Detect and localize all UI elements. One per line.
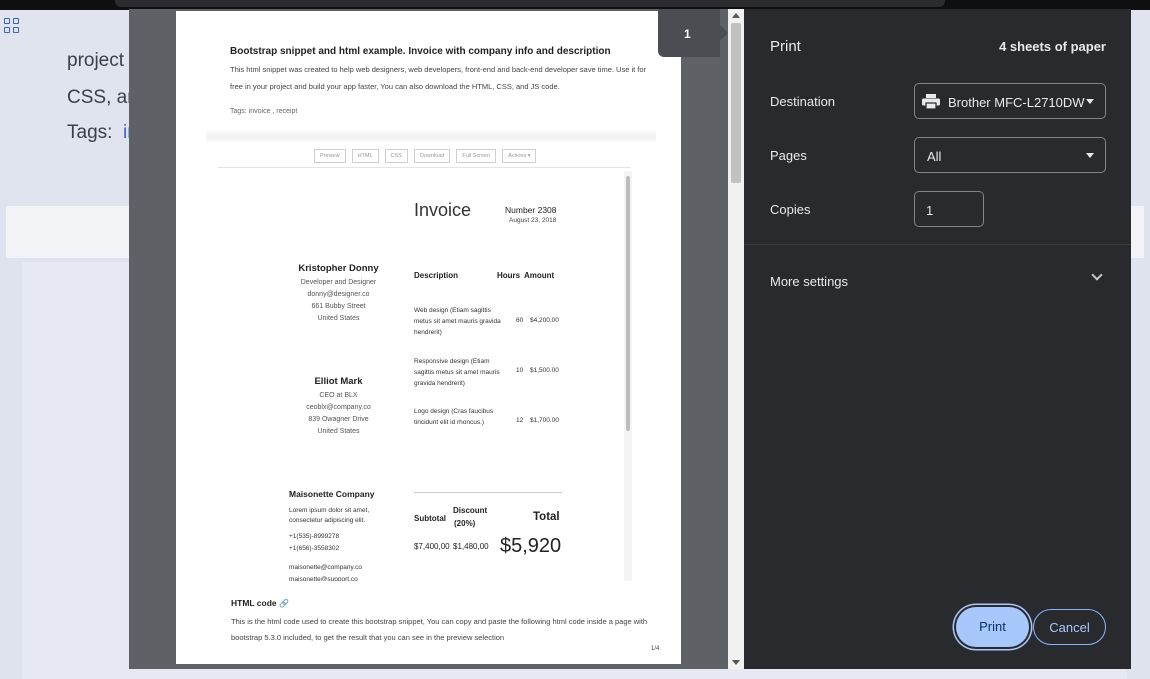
copies-label: Copies xyxy=(770,202,811,217)
html-code-label: HTML code xyxy=(231,598,277,608)
total-value: $5,920 xyxy=(500,535,562,557)
bg-tags-label: Tags: xyxy=(67,122,113,143)
scroll-down-arrow-icon[interactable] xyxy=(732,660,740,665)
preview-sheet: Bootstrap snippet and html example. Invo… xyxy=(176,11,681,664)
pages-label: Pages xyxy=(770,148,807,163)
toolbar-fullscreen-button: Full Screen xyxy=(456,149,497,163)
snippet-title: Bootstrap snippet and html example. Invo… xyxy=(230,46,611,57)
html-code-heading: HTML code 🔗 xyxy=(231,598,289,608)
destination-label: Destination xyxy=(770,94,836,109)
company-phone: +1(535)-8999278 xyxy=(289,533,340,540)
chevron-down-icon xyxy=(1086,99,1094,104)
item-amount: $1,700.00 xyxy=(530,417,559,424)
print-preview-area: Bootstrap snippet and html example. Invo… xyxy=(129,9,744,669)
subtotal-label: Subtotal xyxy=(414,514,446,523)
toolbar-divider xyxy=(218,167,631,168)
company-email: maisonette@support.co xyxy=(289,576,358,581)
print-settings-panel: Print 4 sheets of paper Destination Brot… xyxy=(744,9,1131,669)
company-name: Maisonette Company xyxy=(289,489,375,499)
from-role: Developer and Designer xyxy=(300,279,377,286)
to-email: ceoblx@company.co xyxy=(306,404,371,411)
copies-input[interactable]: 1 xyxy=(914,191,984,227)
toolbar-css-button: CSS xyxy=(384,149,408,163)
item-description: Web design (Etiam sagittis metus sit ame… xyxy=(414,307,501,336)
page-number-badge: 1 xyxy=(658,9,728,57)
company-text: consectetur adipiscing elit. xyxy=(289,517,366,524)
pages-select[interactable]: All xyxy=(914,137,1106,173)
item-hours: 10 xyxy=(516,367,524,374)
pages-value: All xyxy=(927,149,942,164)
total-label: Total xyxy=(533,511,560,523)
scrollbar-thumb[interactable] xyxy=(731,23,741,183)
invoice-number: Number 2308 xyxy=(505,205,557,215)
from-name: Kristopher Donny xyxy=(298,263,379,274)
from-email: donny@designer.co xyxy=(307,291,370,298)
bg-text-line: CSS, an xyxy=(67,87,138,108)
toolbar-html-button: HTML xyxy=(351,149,379,163)
invoice-title: Invoice xyxy=(414,200,472,220)
company-email: maisonette@company.co xyxy=(289,564,362,571)
more-settings-toggle[interactable]: More settings xyxy=(770,274,848,289)
invoice-date: August 23, 2018 xyxy=(509,217,557,224)
discount-label: Discount xyxy=(453,506,488,515)
subtotal-value: $7,400,00 xyxy=(414,542,450,551)
sheets-count: 4 sheets of paper xyxy=(999,39,1106,54)
chevron-down-icon xyxy=(1086,153,1094,158)
destination-value: Brother MFC-L2710DW xyxy=(948,95,1085,110)
link-icon: 🔗 xyxy=(279,599,289,608)
company-text: Lorem ipsum dolor sit amet, xyxy=(289,507,370,514)
totals-divider xyxy=(414,492,562,493)
print-title: Print xyxy=(770,38,801,55)
bg-tags-line: Tags: in xyxy=(67,122,138,144)
bg-text-line: project xyxy=(67,50,125,71)
col-description: Description xyxy=(414,271,459,280)
sheet-page-number: 1/4 xyxy=(651,646,660,652)
item-hours: 60 xyxy=(516,317,524,324)
to-role: CEO at BLX xyxy=(319,392,358,399)
toolbar-preview-button: Preview xyxy=(314,149,346,163)
apps-grid-icon[interactable] xyxy=(4,18,19,33)
toolbar-download-button: Download xyxy=(413,149,451,163)
preview-fade xyxy=(206,129,656,143)
snippet-tags: Tags: invoice , receipt xyxy=(230,108,298,115)
item-hours: 12 xyxy=(516,417,524,424)
to-country: United States xyxy=(317,428,360,435)
item-description: Logo design (Cras faucibus tincidunt eli… xyxy=(414,408,494,426)
col-amount: Amount xyxy=(524,271,555,280)
html-code-description: This is the html code used to create thi… xyxy=(231,617,648,642)
snippet-description: This html snippet was created to help we… xyxy=(230,65,647,91)
scroll-up-arrow-icon[interactable] xyxy=(732,13,740,18)
discount-pct: (20%) xyxy=(454,519,476,528)
destination-select[interactable]: Brother MFC-L2710DW xyxy=(914,83,1106,119)
print-button[interactable]: Print xyxy=(956,607,1029,647)
discount-value: $1,480,00 xyxy=(453,542,489,551)
col-hours: Hours xyxy=(497,271,521,280)
from-street: 661 Bubby Street xyxy=(311,303,366,310)
to-contact: Elliot Mark CEO at BLX ceoblx@company.co… xyxy=(266,376,411,435)
item-amount: $4,200.00 xyxy=(530,317,559,324)
toolbar-actions-button: Actions ▾ xyxy=(502,149,537,163)
from-contact: Kristopher Donny Developer and Designer … xyxy=(266,263,411,322)
item-amount: $1,500.00 xyxy=(530,367,559,374)
inner-scrollbar xyxy=(624,171,632,581)
expand-chevron-icon[interactable] xyxy=(1091,269,1103,281)
company-phone: +1(656)-3558302 xyxy=(289,545,340,552)
preview-scrollbar[interactable] xyxy=(728,9,744,669)
printer-icon xyxy=(922,94,940,109)
snippet-toolbar: Preview HTML CSS Download Full Screen Ac… xyxy=(314,149,537,163)
settings-divider xyxy=(744,244,1131,245)
item-description: Responsive design (Etiam sagittis metus … xyxy=(414,358,500,387)
cancel-button[interactable]: Cancel xyxy=(1033,609,1106,645)
to-name: Elliot Mark xyxy=(314,376,363,387)
from-country: United States xyxy=(317,315,360,322)
to-street: 839 Owagner Drive xyxy=(308,416,369,423)
